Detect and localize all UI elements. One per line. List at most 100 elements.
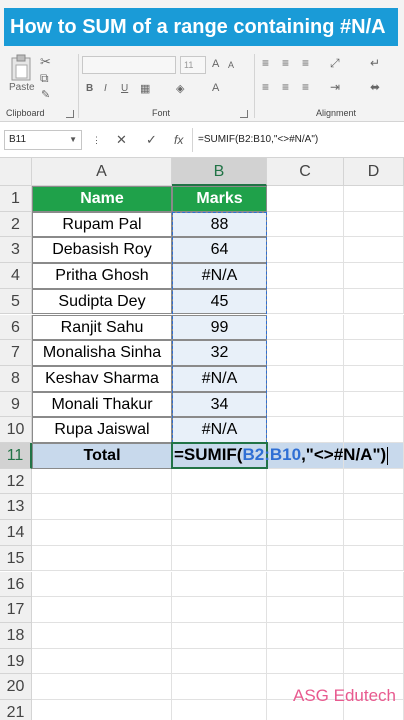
- row-header-13[interactable]: 13: [0, 494, 32, 521]
- formula-input[interactable]: =SUMIF(B2:B10,"<>#N/A"): [198, 130, 318, 150]
- more-options-icon[interactable]: ⋮: [92, 130, 101, 150]
- borders-icon[interactable]: ▦: [140, 82, 150, 95]
- active-cell-formula[interactable]: =SUMIF(B2:B10,"<>#N/A"): [174, 442, 389, 467]
- paste-button-label[interactable]: Paste: [9, 82, 35, 93]
- font-size-select[interactable]: 11: [180, 56, 206, 74]
- row-header-8[interactable]: 8: [0, 365, 32, 392]
- cancel-icon[interactable]: ✕: [116, 130, 127, 150]
- name-box[interactable]: B11 ▼: [4, 130, 82, 150]
- merge-center-icon[interactable]: ⬌: [370, 80, 380, 94]
- row-header-1[interactable]: 1: [0, 186, 32, 212]
- empty-cell[interactable]: [344, 417, 404, 443]
- fill-color-icon[interactable]: ◈: [176, 82, 184, 95]
- column-header-c[interactable]: C: [267, 158, 344, 186]
- empty-cell[interactable]: [32, 571, 172, 598]
- empty-cell[interactable]: [267, 186, 344, 212]
- empty-cell[interactable]: [344, 365, 404, 392]
- align-top-icon[interactable]: ≡: [262, 56, 269, 70]
- table-cell-name[interactable]: Rupa Jaiswal: [32, 417, 172, 443]
- empty-cell[interactable]: [172, 622, 267, 649]
- paste-icon[interactable]: [10, 54, 32, 82]
- table-cell-name[interactable]: Monalisha Sinha: [32, 340, 172, 366]
- empty-cell[interactable]: [344, 597, 404, 623]
- column-header-d[interactable]: D: [344, 158, 404, 186]
- empty-cell[interactable]: [32, 622, 172, 649]
- empty-cell[interactable]: [32, 648, 172, 675]
- column-header-a[interactable]: A: [32, 158, 172, 186]
- empty-cell[interactable]: [344, 468, 404, 495]
- row-header-12[interactable]: 12: [0, 468, 32, 495]
- format-painter-icon[interactable]: ✎: [41, 88, 50, 101]
- clipboard-launcher-icon[interactable]: [66, 110, 74, 118]
- row-header-3[interactable]: 3: [0, 237, 32, 264]
- increase-font-icon[interactable]: A: [212, 58, 219, 70]
- empty-cell[interactable]: [172, 597, 267, 623]
- empty-cell[interactable]: [267, 468, 344, 495]
- table-cell-name[interactable]: Pritha Ghosh: [32, 263, 172, 289]
- empty-cell[interactable]: [267, 571, 344, 598]
- table-cell-name[interactable]: Rupam Pal: [32, 211, 172, 238]
- decrease-font-icon[interactable]: A: [228, 60, 234, 70]
- font-launcher-icon[interactable]: [240, 110, 248, 118]
- empty-cell[interactable]: [344, 494, 404, 521]
- empty-cell[interactable]: [344, 622, 404, 649]
- empty-cell[interactable]: [267, 494, 344, 521]
- empty-cell[interactable]: [344, 237, 404, 264]
- underline-button[interactable]: U: [121, 83, 128, 94]
- empty-cell[interactable]: [344, 571, 404, 598]
- row-header-18[interactable]: 18: [0, 622, 32, 649]
- empty-cell[interactable]: [267, 237, 344, 264]
- empty-cell[interactable]: [267, 263, 344, 289]
- row-header-14[interactable]: 14: [0, 520, 32, 546]
- empty-cell[interactable]: [267, 545, 344, 572]
- empty-cell[interactable]: [267, 417, 344, 443]
- orientation-icon[interactable]: ⤢: [330, 56, 340, 71]
- empty-cell[interactable]: [267, 597, 344, 623]
- indent-icon[interactable]: ⇥: [330, 80, 340, 94]
- align-center-icon[interactable]: ≡: [282, 80, 289, 94]
- empty-cell[interactable]: [267, 211, 344, 238]
- empty-cell[interactable]: [344, 340, 404, 366]
- copy-icon[interactable]: ⧉: [40, 71, 49, 86]
- align-right-icon[interactable]: ≡: [302, 80, 309, 94]
- empty-cell[interactable]: [344, 391, 404, 418]
- cut-icon[interactable]: ✂: [40, 54, 51, 70]
- empty-cell[interactable]: [172, 545, 267, 572]
- row-header-4[interactable]: 4: [0, 263, 32, 289]
- empty-cell[interactable]: [32, 494, 172, 521]
- insert-function-icon[interactable]: fx: [174, 130, 183, 150]
- empty-cell[interactable]: [344, 288, 404, 315]
- empty-cell[interactable]: [267, 365, 344, 392]
- row-header-19[interactable]: 19: [0, 648, 32, 675]
- row-header-11[interactable]: 11: [0, 443, 32, 469]
- empty-cell[interactable]: [172, 700, 267, 720]
- empty-cell[interactable]: [267, 288, 344, 315]
- table-cell-name[interactable]: Monali Thakur: [32, 391, 172, 418]
- empty-cell[interactable]: [32, 700, 172, 720]
- empty-cell[interactable]: [172, 674, 267, 700]
- row-header-10[interactable]: 10: [0, 417, 32, 443]
- bold-button[interactable]: B: [86, 83, 93, 94]
- chevron-down-icon[interactable]: ▼: [69, 131, 77, 149]
- table-header-name[interactable]: Name: [32, 186, 172, 212]
- empty-cell[interactable]: [267, 520, 344, 546]
- empty-cell[interactable]: [172, 468, 267, 495]
- table-cell-name[interactable]: Sudipta Dey: [32, 288, 172, 315]
- empty-cell[interactable]: [267, 622, 344, 649]
- row-header-7[interactable]: 7: [0, 340, 32, 366]
- row-header-21[interactable]: 21: [0, 700, 32, 720]
- row-header-17[interactable]: 17: [0, 597, 32, 623]
- total-label-cell[interactable]: Total: [32, 443, 172, 469]
- empty-cell[interactable]: [32, 520, 172, 546]
- empty-cell[interactable]: [344, 186, 404, 212]
- empty-cell[interactable]: [344, 648, 404, 675]
- empty-cell[interactable]: [32, 468, 172, 495]
- empty-cell[interactable]: [32, 674, 172, 700]
- row-header-16[interactable]: 16: [0, 571, 32, 598]
- empty-cell[interactable]: [32, 597, 172, 623]
- enter-icon[interactable]: ✓: [146, 130, 157, 150]
- empty-cell[interactable]: [172, 648, 267, 675]
- empty-cell[interactable]: [344, 211, 404, 238]
- empty-cell[interactable]: [344, 520, 404, 546]
- row-header-9[interactable]: 9: [0, 391, 32, 418]
